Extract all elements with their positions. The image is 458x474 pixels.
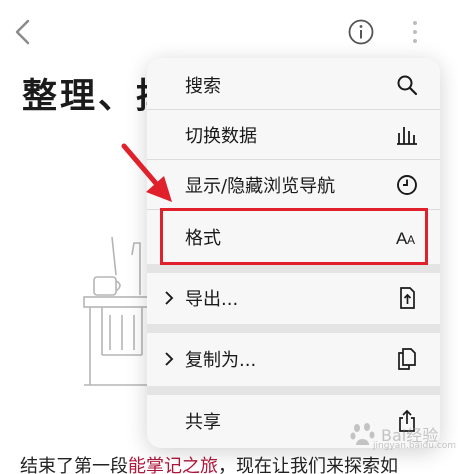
baidu-watermark: Bai经验 jingyan.baidu.com	[333, 418, 457, 454]
menu-item-export[interactable]: 导出...	[147, 273, 440, 323]
top-bar	[0, 0, 458, 62]
menu-section-separator	[147, 264, 440, 273]
clock-icon	[397, 175, 417, 195]
chevron-left-icon[interactable]	[12, 18, 34, 46]
menu-item-switch-data[interactable]: 切换数据	[147, 110, 440, 160]
bar-chart-icon	[397, 127, 417, 145]
menu-item-label: 导出...	[185, 289, 239, 310]
menu-item-label: 复制为...	[185, 350, 257, 371]
body-text-prefix: 结束了第一段	[20, 456, 128, 474]
menu-item-label: 共享	[185, 412, 221, 433]
chevron-right-icon	[165, 291, 174, 305]
annotation-highlight-box	[160, 208, 428, 265]
chevron-right-icon	[165, 352, 174, 366]
menu-item-search[interactable]: 搜索	[147, 60, 440, 110]
vertical-dots-icon[interactable]	[408, 19, 422, 45]
info-circle-icon[interactable]	[347, 18, 375, 46]
watermark-url: jingyan.baidu.com	[373, 441, 457, 451]
annotation-arrow	[121, 143, 172, 202]
menu-section-separator	[147, 324, 440, 333]
export-file-icon	[400, 287, 415, 309]
menu-item-toggle-navigation[interactable]: 显示/隐藏浏览导航	[147, 160, 440, 210]
menu-item-label: 搜索	[185, 76, 221, 97]
menu-item-label: 显示/隐藏浏览导航	[185, 176, 336, 197]
body-link[interactable]: 能掌记之旅	[128, 456, 218, 474]
menu-section-separator	[147, 386, 440, 395]
search-icon	[397, 75, 418, 96]
menu-item-copy-as[interactable]: 复制为...	[147, 334, 440, 384]
menu-item-label: 切换数据	[185, 126, 257, 147]
copy-as-icon	[398, 348, 416, 370]
body-text-suffix: ，现在让我们来探索如	[218, 456, 398, 474]
body-paragraph: 结束了第一段能掌记之旅，现在让我们来探索如	[20, 452, 398, 474]
